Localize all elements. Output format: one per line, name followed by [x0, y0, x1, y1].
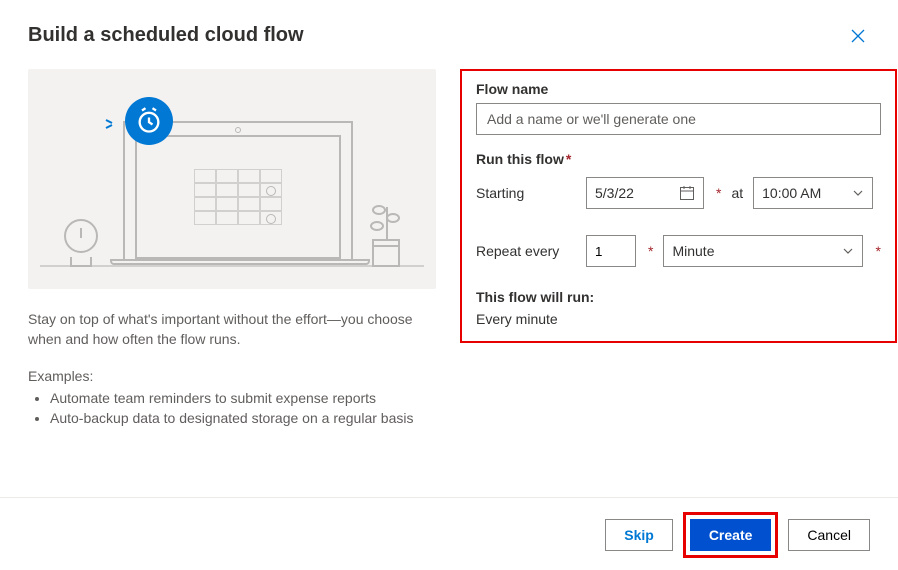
starting-time-value: 10:00 AM — [762, 185, 821, 201]
cancel-button[interactable]: Cancel — [788, 519, 870, 551]
desk-clock-icon — [62, 219, 100, 267]
calendar-icon — [679, 185, 695, 201]
example-item: Auto-backup data to designated storage o… — [50, 408, 436, 428]
chevron-down-icon — [852, 187, 864, 199]
starting-time-select[interactable]: 10:00 AM — [753, 177, 873, 209]
runs-text: Every minute — [476, 311, 881, 327]
repeat-label: Repeat every — [476, 243, 576, 259]
create-highlight-box: Create — [683, 512, 779, 558]
skip-button[interactable]: Skip — [605, 519, 673, 551]
dialog-footer: Skip Create Cancel — [0, 497, 898, 570]
form-highlight-box: Flow name Run this flow* Starting 5/3/22… — [460, 69, 897, 343]
dialog-title: Build a scheduled cloud flow — [28, 24, 304, 47]
plant-icon — [366, 197, 406, 267]
close-button[interactable] — [846, 24, 870, 51]
repeat-unit-value: Minute — [672, 243, 714, 259]
example-item: Automate team reminders to submit expens… — [50, 388, 436, 408]
runs-heading: This flow will run: — [476, 289, 881, 305]
repeat-value-input[interactable] — [586, 235, 636, 267]
chevron-down-icon — [842, 245, 854, 257]
starting-date-value: 5/3/22 — [595, 185, 673, 201]
run-section-label: Run this flow* — [476, 151, 881, 167]
flow-name-input[interactable] — [476, 103, 881, 135]
flow-name-label: Flow name — [476, 81, 881, 97]
create-button[interactable]: Create — [690, 519, 772, 551]
repeat-unit-select[interactable]: Minute — [663, 235, 863, 267]
illustration — [28, 69, 436, 289]
at-label: at — [731, 185, 743, 201]
starting-date-input[interactable]: 5/3/22 — [586, 177, 704, 209]
close-icon — [850, 28, 866, 44]
starting-label: Starting — [476, 185, 576, 201]
clock-badge-icon — [125, 97, 173, 145]
dialog: Build a scheduled cloud flow — [0, 0, 898, 570]
examples-heading: Examples: — [28, 368, 436, 384]
description-text: Stay on top of what's important without … — [28, 309, 436, 350]
